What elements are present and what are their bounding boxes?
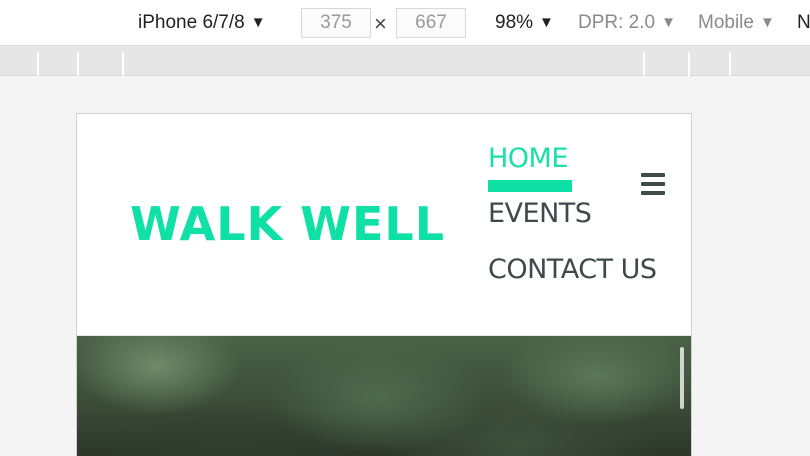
hamburger-line <box>641 173 665 177</box>
mode-caret-icon: ▼ <box>759 14 775 31</box>
ruler-tick[interactable] <box>77 52 79 76</box>
zoom-label: 98% <box>495 12 534 33</box>
ruler-tick[interactable] <box>729 52 731 76</box>
ruler-tick[interactable] <box>122 52 124 76</box>
hamburger-line <box>641 182 665 186</box>
nav-active-indicator <box>488 180 572 192</box>
site-header: WALK WELL HOME EVENTS CONTACT US <box>77 114 691 336</box>
zoom-caret-icon: ▼ <box>539 14 554 31</box>
page-scrollbar[interactable] <box>680 347 684 409</box>
nav-home[interactable]: HOME <box>488 141 568 177</box>
nav-contact-us[interactable]: CONTACT US <box>488 252 657 288</box>
hamburger-line <box>641 191 665 195</box>
devtools-toolbar: iPhone 6/7/8 ▼ 375 × 667 98% ▼ DPR: 2.0 ▼ M… <box>0 0 810 46</box>
device-caret-icon: ▼ <box>250 14 266 31</box>
dpr-caret-icon: ▼ <box>661 14 676 31</box>
width-input[interactable]: 375 <box>301 8 371 38</box>
dimension-times-symbol: × <box>374 11 387 36</box>
height-input[interactable]: 667 <box>396 8 466 38</box>
ruler-tick[interactable] <box>37 52 39 76</box>
site-logo[interactable]: WALK WELL <box>130 192 445 256</box>
device-viewport: WALK WELL HOME EVENTS CONTACT US <box>76 113 692 456</box>
ruler-tick[interactable] <box>688 52 690 76</box>
mode-select[interactable]: Mobile ▼ <box>698 0 775 46</box>
dpr-label: DPR: 2.0 <box>578 12 656 33</box>
hero-image <box>77 336 691 456</box>
zoom-select[interactable]: 98% ▼ <box>495 0 554 46</box>
dpr-select[interactable]: DPR: 2.0 ▼ <box>578 0 676 46</box>
device-select[interactable]: iPhone 6/7/8 ▼ <box>138 0 266 46</box>
mode-label: Mobile <box>698 12 754 33</box>
device-label: iPhone 6/7/8 <box>138 12 245 33</box>
hamburger-menu-icon[interactable] <box>641 173 665 195</box>
nav-events[interactable]: EVENTS <box>488 196 592 232</box>
ruler-tick[interactable] <box>643 52 645 76</box>
throttle-select[interactable]: N <box>797 0 810 46</box>
media-query-ruler <box>0 46 810 76</box>
